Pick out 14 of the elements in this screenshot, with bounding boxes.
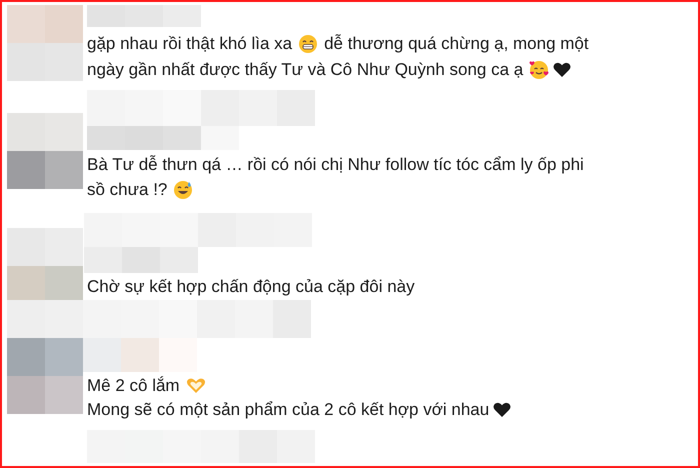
comment-text: Chờ sự kết hợp chấn động của cặp đôi này — [87, 276, 415, 298]
comment-text: Mê 2 cô lắm — [87, 375, 180, 397]
comment-text: sồ chưa !? — [87, 179, 168, 201]
grinning-face-icon — [298, 34, 318, 54]
sweat-smile-face-icon — [173, 180, 194, 200]
heart-icon — [553, 62, 572, 78]
heart-hands-icon — [186, 377, 206, 395]
comment-text: gặp nhau rồi thật khó lìa xa — [87, 33, 292, 55]
comment-text: ngày gần nhất được thấy Tư và Cô Như Quỳnh song ca ạ — [87, 59, 524, 81]
comment-text: Bà Tư dễ thưn qá … rồi có nói chị Như follow tíc tóc cẩm ly ốp phi — [87, 154, 584, 176]
comment-text: Mong sẽ có một sản phẩm của 2 cô kết hợp với nhau — [87, 399, 490, 421]
heart-icon — [493, 402, 512, 418]
smiling-face-hearts-icon — [529, 60, 550, 80]
comment-text: dễ thương quá chừng ạ, mong một — [324, 33, 589, 55]
